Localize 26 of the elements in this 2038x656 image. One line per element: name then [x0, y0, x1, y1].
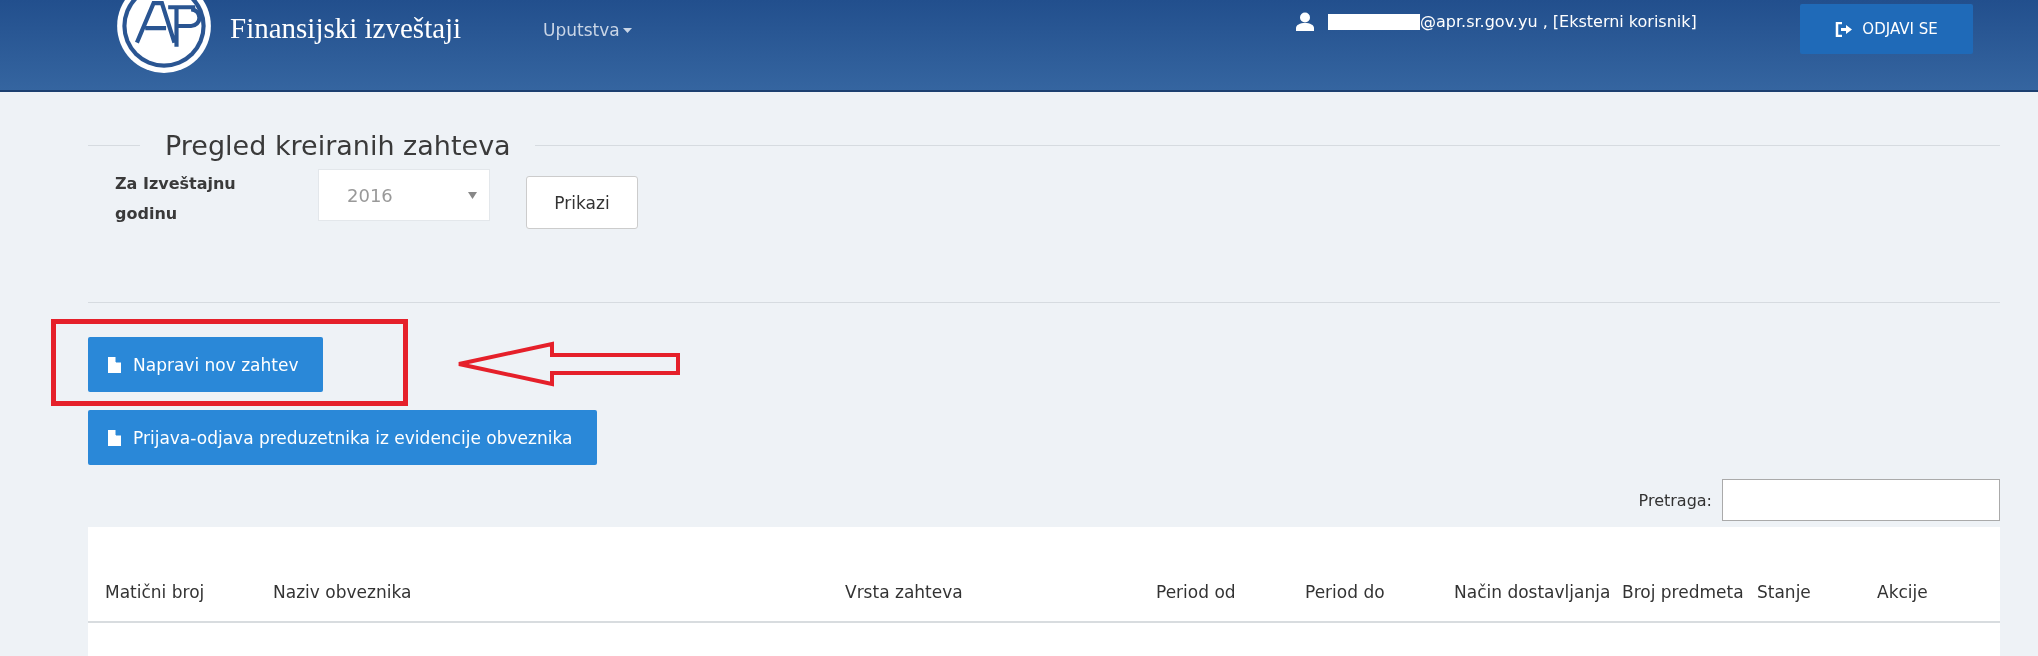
column-header[interactable]: Način dostavljanja [1454, 577, 1622, 607]
caret-icon [622, 27, 632, 33]
column-header[interactable]: Period od [1156, 577, 1305, 607]
instructions-menu[interactable]: Uputstva [543, 20, 632, 40]
file-icon [108, 429, 121, 446]
user-icon [1296, 12, 1314, 31]
year-label: Za Izveštajnu godinu [115, 173, 237, 225]
new-request-button[interactable]: Napravi nov zahtev [88, 337, 324, 392]
column-header[interactable]: Broj predmeta [1622, 577, 1757, 607]
column-header[interactable]: Stanje [1757, 577, 1877, 607]
logout-button[interactable]: ODJAVI SE [1800, 4, 1973, 54]
column-header[interactable]: Period do [1305, 577, 1454, 607]
column-header[interactable]: Naziv obveznika [273, 577, 845, 607]
show-button[interactable]: Prikazi [526, 176, 638, 229]
user-email: @apr.sr.gov.yu , [Eksterni korisnik] [1420, 12, 1697, 31]
search-label: Pretraga: [1638, 490, 1712, 510]
sign-out-icon [1835, 21, 1853, 37]
app-title: Finansijski izveštaji [230, 12, 462, 45]
search-field[interactable] [1722, 479, 2000, 521]
column-header[interactable]: Vrsta zahteva [845, 577, 1156, 607]
column-header[interactable]: Matični broj [105, 577, 273, 607]
caret-icon [468, 191, 477, 199]
file-icon [108, 356, 121, 373]
new-request-button[interactable]: Prijava-odjava preduzetnika iz evidencije obveznika [88, 410, 598, 465]
section-title: Pregled kreiranih zahteva [165, 130, 511, 161]
column-header[interactable]: Akcije [1877, 577, 2000, 607]
